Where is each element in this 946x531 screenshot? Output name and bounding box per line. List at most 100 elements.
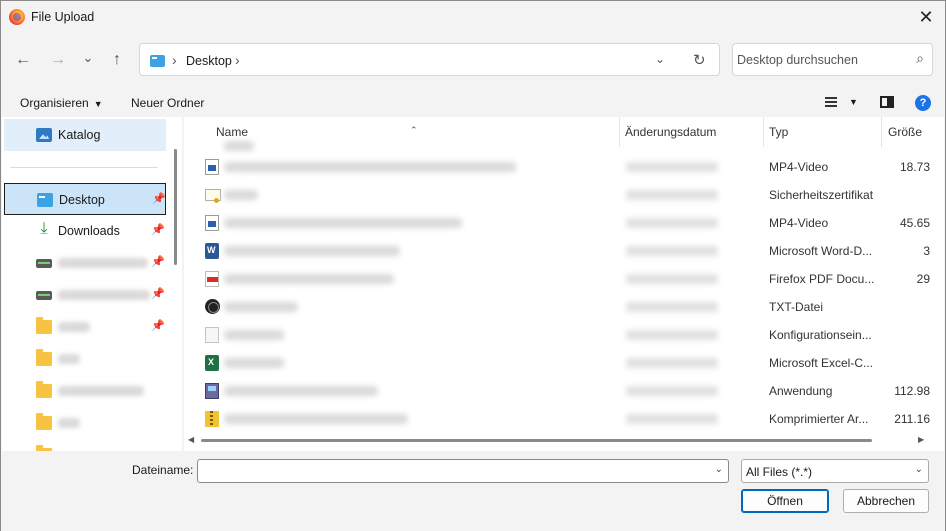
redacted-file-name: [224, 386, 378, 396]
sidebar-item-label: Downloads: [58, 224, 120, 238]
sidebar-item-folder-5[interactable]: [4, 439, 166, 451]
table-row[interactable]: Anwendung 112.98: [184, 377, 944, 405]
sidebar-item-folder-1[interactable]: 📌: [4, 311, 166, 343]
redacted-date: [626, 274, 718, 284]
redacted-date: [626, 330, 718, 340]
folder-icon: [36, 381, 52, 398]
table-row[interactable]: Konfigurationsein...: [184, 321, 944, 349]
breadcrumb-separator-icon[interactable]: ›: [172, 52, 177, 68]
new-folder-button[interactable]: Neuer Ordner: [131, 96, 204, 110]
sidebar-item-desktop[interactable]: Desktop 📌: [4, 183, 166, 215]
up-arrow-icon[interactable]: ↑: [106, 49, 128, 71]
certificate-file-icon: [205, 189, 221, 203]
sidebar-item-folder-2[interactable]: [4, 343, 166, 375]
sidebar-divider: [10, 167, 158, 168]
sidebar-item-drive-2[interactable]: 📌: [4, 279, 166, 311]
video-file-icon: [205, 159, 219, 175]
sidebar-item-label: Katalog: [58, 128, 101, 142]
filter-dropdown-chevron-icon[interactable]: ⌄: [915, 464, 923, 475]
sidebar-scrollbar[interactable]: [174, 149, 177, 265]
filename-input[interactable]: [202, 463, 697, 479]
redacted-label: [58, 386, 144, 396]
redacted-date: [626, 386, 718, 396]
back-arrow-icon[interactable]: ←: [12, 49, 34, 71]
folder-icon: [36, 349, 52, 366]
filename-label: Dateiname:: [132, 463, 194, 477]
column-header-label: Änderungsdatum: [625, 125, 717, 139]
cancel-button[interactable]: Abbrechen: [843, 489, 929, 513]
redacted-date: [626, 414, 718, 424]
search-box[interactable]: ⌕: [732, 43, 933, 76]
redacted-date: [626, 246, 718, 256]
zip-file-icon: [205, 411, 219, 427]
view-options-caret-icon[interactable]: ▼: [849, 97, 858, 107]
redacted-date: [626, 162, 718, 172]
redacted-date: [626, 302, 718, 312]
pin-icon: 📌: [152, 193, 166, 205]
breadcrumb-separator-icon[interactable]: ›: [235, 52, 240, 68]
redacted-file-name: [224, 218, 462, 228]
redacted-file-name: [224, 141, 254, 151]
pin-icon: 📌: [151, 256, 165, 268]
address-dropdown-chevron-icon[interactable]: ⌄: [655, 52, 665, 66]
redacted-file-name: [224, 302, 298, 312]
table-row[interactable]: TXT-Datei: [184, 293, 944, 321]
table-row[interactable]: Komprimierter Ar... 211.16: [184, 405, 944, 433]
usb-drive-icon: [36, 259, 52, 268]
sidebar-item-drive-1[interactable]: 📌: [4, 247, 166, 279]
sidebar-item-folder-3[interactable]: [4, 375, 166, 407]
filename-combobox[interactable]: ⌄: [197, 459, 729, 483]
table-row-partial[interactable]: [184, 139, 944, 151]
filename-dropdown-chevron-icon[interactable]: ⌄: [715, 464, 723, 475]
file-size: 112.98: [894, 384, 930, 398]
sidebar-item-folder-4[interactable]: [4, 407, 166, 439]
file-type: Konfigurationsein...: [769, 328, 872, 342]
redacted-label: [58, 290, 150, 300]
search-icon[interactable]: ⌕: [916, 50, 924, 67]
desktop-drive-icon: [37, 193, 53, 207]
sidebar-item-katalog[interactable]: Katalog: [4, 119, 166, 151]
recent-locations-chevron-icon[interactable]: ⌄: [77, 47, 99, 69]
file-type: Sicherheitszertifikat: [769, 188, 874, 202]
file-type: Komprimierter Ar...: [769, 412, 869, 426]
redacted-file-name: [224, 274, 394, 284]
search-input[interactable]: [737, 50, 902, 70]
sidebar-item-downloads[interactable]: ⤓ Downloads 📌: [4, 215, 166, 247]
refresh-icon[interactable]: ↻: [693, 51, 706, 69]
config-file-icon: [205, 327, 219, 343]
scroll-right-icon[interactable]: ▶: [918, 435, 924, 444]
sidebar-item-label: Desktop: [59, 193, 105, 207]
file-type: MP4-Video: [769, 160, 829, 174]
file-type: Microsoft Excel-C...: [769, 356, 874, 370]
address-bar[interactable]: › Desktop › ⌄ ↻: [139, 43, 720, 76]
file-type-filter-select[interactable]: All Files (*.*) ⌄: [741, 459, 929, 483]
open-button[interactable]: Öffnen: [741, 489, 829, 513]
table-row[interactable]: Microsoft Excel-C...: [184, 349, 944, 377]
help-icon[interactable]: ?: [915, 95, 931, 111]
forward-arrow-icon[interactable]: →: [47, 49, 69, 71]
redacted-label: [58, 258, 148, 268]
table-row[interactable]: Sicherheitszertifikat: [184, 181, 944, 209]
redacted-file-name: [224, 246, 400, 256]
view-list-icon[interactable]: [825, 97, 837, 107]
file-type: MP4-Video: [769, 216, 829, 230]
file-size: 45.65: [899, 216, 930, 230]
table-row[interactable]: MP4-Video 18.73: [184, 153, 944, 181]
table-row[interactable]: Microsoft Word-D... 3: [184, 237, 944, 265]
file-type-filter-value: All Files (*.*): [746, 465, 813, 479]
file-type: TXT-Datei: [769, 300, 824, 314]
scroll-left-icon[interactable]: ◀: [188, 435, 194, 444]
file-size: 18.73: [899, 160, 930, 174]
table-row[interactable]: Firefox PDF Docu... 29: [184, 265, 944, 293]
breadcrumb-desktop[interactable]: Desktop: [186, 54, 232, 68]
redacted-date: [626, 218, 718, 228]
horizontal-scrollbar[interactable]: [201, 439, 872, 442]
preview-pane-icon[interactable]: [880, 96, 894, 108]
redacted-file-name: [224, 330, 284, 340]
redacted-file-name: [224, 414, 408, 424]
table-row[interactable]: MP4-Video 45.65: [184, 209, 944, 237]
organize-label: Organisieren: [20, 96, 89, 110]
close-icon[interactable]: ✕: [913, 5, 939, 29]
organize-button[interactable]: Organisieren ▼: [20, 96, 103, 110]
command-toolbar: Organisieren ▼ Neuer Ordner: [1, 89, 945, 117]
